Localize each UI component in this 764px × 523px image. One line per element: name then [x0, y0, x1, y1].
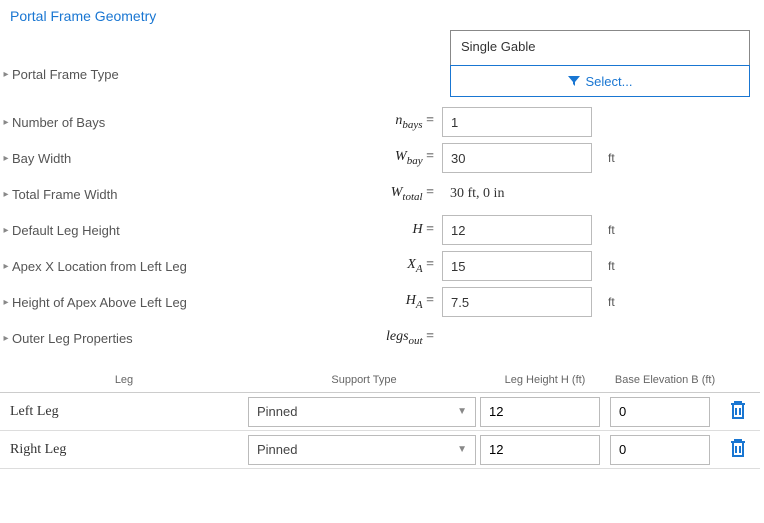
leg-height-input[interactable] — [480, 397, 600, 427]
param-symbol: legsout = — [212, 329, 442, 347]
param-label-wtotal: Total Frame Width — [12, 187, 212, 202]
section-title: Portal Frame Geometry — [0, 0, 764, 30]
param-label-frame-type: Portal Frame Type — [12, 67, 212, 82]
leg-name: Right Leg — [0, 442, 248, 458]
param-label-h: Default Leg Height — [12, 223, 212, 238]
col-header-support: Support Type — [248, 374, 480, 386]
caret-icon: ▸ — [0, 69, 12, 80]
param-symbol: Wtotal = — [212, 185, 442, 203]
support-type-select[interactable]: Pinned ▼ — [248, 435, 476, 465]
select-frame-type-button[interactable]: Select... — [450, 65, 750, 97]
caret-icon: ▸ — [0, 153, 12, 164]
unit-label: ft — [602, 151, 632, 165]
filter-icon — [568, 76, 580, 86]
xa-input[interactable] — [442, 251, 592, 281]
param-label-wbay: Bay Width — [12, 151, 212, 166]
param-symbol: HA = — [212, 293, 442, 311]
trash-icon — [728, 399, 748, 421]
param-symbol: Wbay = — [212, 149, 442, 167]
param-label-legsout: Outer Leg Properties — [12, 331, 212, 346]
chevron-down-icon: ▼ — [457, 444, 467, 455]
caret-icon: ▸ — [0, 117, 12, 128]
param-symbol: nbays = — [212, 113, 442, 131]
ha-input[interactable] — [442, 287, 592, 317]
leg-height-input[interactable] — [480, 435, 600, 465]
support-type-select[interactable]: Pinned ▼ — [248, 397, 476, 427]
col-header-b: Base Elevation B (ft) — [610, 374, 720, 386]
caret-icon: ▸ — [0, 225, 12, 236]
base-elev-input[interactable] — [610, 435, 710, 465]
wtotal-value: 30 ft, 0 in — [442, 186, 504, 202]
chevron-down-icon: ▼ — [457, 406, 467, 417]
param-label-ha: Height of Apex Above Left Leg — [12, 295, 212, 310]
param-symbol: XA = — [212, 257, 442, 275]
unit-label: ft — [602, 223, 632, 237]
col-header-h: Leg Height H (ft) — [480, 374, 610, 386]
unit-label: ft — [602, 295, 632, 309]
param-symbol: H = — [212, 222, 442, 238]
trash-icon — [728, 437, 748, 459]
support-type-value: Pinned — [257, 442, 297, 457]
caret-icon: ▸ — [0, 189, 12, 200]
caret-icon: ▸ — [0, 261, 12, 272]
nbays-input[interactable] — [442, 107, 592, 137]
support-type-value: Pinned — [257, 404, 297, 419]
caret-icon: ▸ — [0, 297, 12, 308]
table-row: Right Leg Pinned ▼ — [0, 431, 760, 469]
legs-table: Leg Support Type Leg Height H (ft) Base … — [0, 370, 760, 469]
frame-type-display: Single Gable — [450, 30, 750, 66]
param-label-xa: Apex X Location from Left Leg — [12, 259, 212, 274]
delete-row-button[interactable] — [728, 399, 748, 424]
h-input[interactable] — [442, 215, 592, 245]
select-button-label: Select... — [586, 74, 633, 89]
wbay-input[interactable] — [442, 143, 592, 173]
delete-row-button[interactable] — [728, 437, 748, 462]
table-row: Left Leg Pinned ▼ — [0, 393, 760, 431]
base-elev-input[interactable] — [610, 397, 710, 427]
leg-name: Left Leg — [0, 404, 248, 420]
unit-label: ft — [602, 259, 632, 273]
caret-icon: ▸ — [0, 333, 12, 344]
col-header-leg: Leg — [0, 374, 248, 386]
param-label-nbays: Number of Bays — [12, 115, 212, 130]
